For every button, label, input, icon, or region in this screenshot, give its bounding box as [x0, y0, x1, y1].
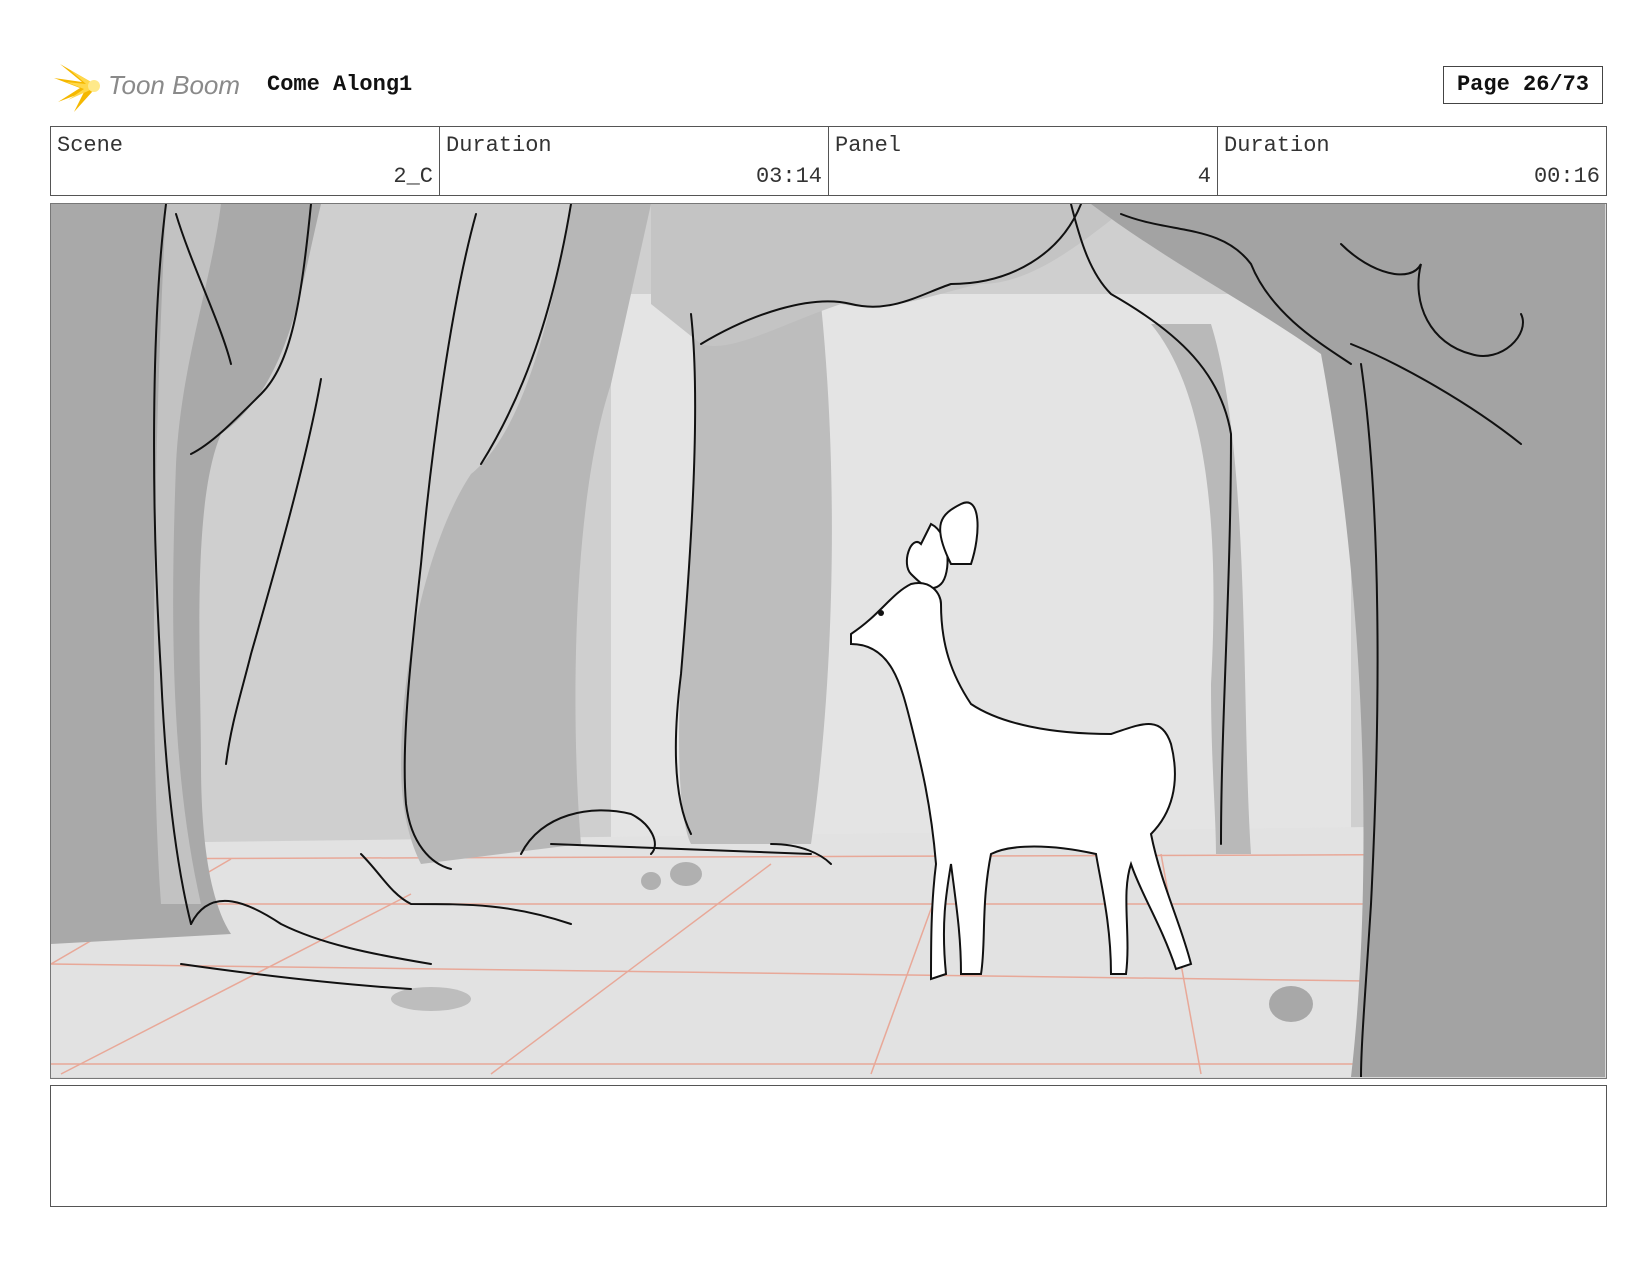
panel-value: 4: [1197, 164, 1211, 189]
logo-wordmark: Toon Boom: [108, 70, 240, 100]
starburst-icon: [54, 64, 100, 112]
panel-duration-cell: Duration 00:16: [1218, 127, 1606, 195]
scene-duration-label: Duration: [446, 133, 552, 158]
panel-cell: Panel 4: [829, 127, 1218, 195]
panel-notes-box: [50, 1085, 1607, 1207]
forest-deer-sketch: [51, 204, 1605, 1077]
panel-label: Panel: [835, 133, 902, 158]
scene-label: Scene: [57, 133, 124, 158]
panel-duration-label: Duration: [1224, 133, 1330, 158]
scene-duration-cell: Duration 03:14: [440, 127, 829, 195]
scene-value: 2_C: [393, 164, 433, 189]
center-trunk: [679, 304, 832, 844]
scene-info-table: Scene 2_C Duration 03:14 Panel 4 Duratio…: [50, 126, 1607, 196]
toon-boom-logo: Toon Boom: [52, 58, 252, 114]
page-indicator: Page 26/73: [1443, 66, 1603, 104]
panel-duration-value: 00:16: [1533, 164, 1600, 189]
scene-duration-value: 03:14: [755, 164, 822, 189]
storyboard-panel-image: [50, 203, 1607, 1079]
scene-cell: Scene 2_C: [51, 127, 440, 195]
project-title: Come Along1: [267, 72, 413, 97]
